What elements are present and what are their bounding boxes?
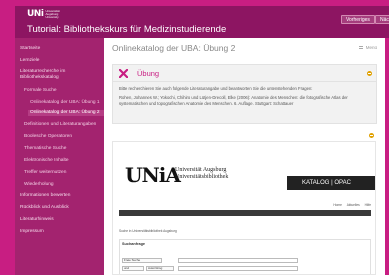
sidebar-item-impressum[interactable]: Impressum [20,229,44,235]
link-aktuelles[interactable]: Aktuelles [347,203,360,207]
catalog-embed[interactable]: UNiA Universität Augsburg Universitätsbi… [112,141,376,275]
hamburger-icon [359,46,364,50]
field-select-1[interactable]: Freie Suche [122,258,162,263]
catalog-institution: Universität Augsburg Universitätsbibliot… [175,167,228,181]
sidebar-item-treffer-weiternutzen[interactable]: Treffer weiternutzen [24,170,66,176]
search-input-1[interactable] [178,258,298,263]
menu-label: Menü [365,45,377,50]
catalog-logo: UNiA [125,163,181,187]
search-input-2[interactable] [178,266,298,271]
field-select-2[interactable]: Autor/Hrsg [146,266,174,271]
search-form: Suchanfrage Freie Suche und Autor/Hrsg [119,239,371,274]
search-form-title: Suchanfrage [122,242,145,246]
collapse-toggle-icon[interactable] [367,71,372,76]
exercise-instruction: Bitte recherchieren Sie auch folgende Li… [119,86,313,91]
catalog-breadcrumb: Suche in Universitätsbibliothek Augsburg [119,229,177,233]
logo-subtitle: Universität Augsburg University [45,8,60,19]
menu-weitere-angebote[interactable]: Weitere Angebote [182,219,206,225]
sidebar-item-literaturhinweis[interactable]: Literaturhinweis [20,217,54,223]
exercise-box: Übung Bitte recherchieren Sie auch folge… [112,64,377,124]
site-header: UNi Universität Augsburg University Tuto… [15,6,389,38]
menu-meine-daten[interactable]: Meine Daten [157,219,174,225]
sidebar-item-thematische-suche[interactable]: Thematische Suche [24,146,66,152]
katalog-banner: KATALOG | OPAC [287,176,375,190]
sidebar-item-wiederholung[interactable]: Wiederholung [24,182,54,188]
sidebar-item-rueckblick[interactable]: Rückblick und Ausblick [20,205,69,211]
next-button[interactable]: Nächste [375,15,389,24]
library-name: Universitätsbibliothek [175,174,229,180]
sidebar-item-startseite[interactable]: Startseite [20,46,40,52]
previous-button[interactable]: Vorheriges [341,15,375,24]
exercise-header[interactable]: Übung [113,65,376,82]
tutorial-title: Tutorial: Bibliothekskurs für Medizinstu… [27,24,227,35]
sidebar-item-definitionen[interactable]: Definitionen und Literaturangaben [24,122,96,128]
page-title: Onlinekatalog der UBA: Übung 2 [112,43,236,53]
menu-button[interactable]: Menü [359,45,377,50]
link-home[interactable]: Home [333,203,342,207]
sidebar-nav: Startseite Lernziele Literaturrecherche … [15,38,104,275]
university-logo[interactable]: UNi Universität Augsburg University [27,9,71,19]
link-hilfe[interactable]: Hilfe [365,203,371,207]
sidebar-item-lernziele[interactable]: Lernziele [20,58,39,64]
sidebar-item-literaturrecherche[interactable]: Literaturrecherche im Bibliothekskatalog [20,69,100,81]
sidebar-item-uebung-2[interactable]: Onlinekatalog der UBA: Übung 2 [28,110,104,116]
sidebar-item-elektronische-inhalte[interactable]: Elektronische Inhalte [24,158,69,164]
exercise-title: Übung [137,69,160,78]
logo-mark: UNi [27,9,44,19]
menu-suche[interactable]: Suche [122,219,131,225]
sidebar-item-informationen-bewerten[interactable]: Informationen bewerten [20,193,70,199]
connector-select[interactable]: und [122,266,144,271]
sidebar-item-formale-suche[interactable]: Formale Suche [24,88,57,94]
menu-merkliste[interactable]: Merkliste [138,219,150,225]
sidebar-item-uebung-1[interactable]: Onlinekatalog der UBA: Übung 1 [30,100,100,106]
exercise-icon [119,69,128,78]
collapse-toggle-icon[interactable] [369,133,374,138]
catalog-top-links: Home Aktuelles Hilfe [329,203,371,207]
sidebar-item-boolesche-operatoren[interactable]: Boolesche Operatoren [24,134,72,140]
exercise-citation: Rohen, Johannes W.; Yokochi, Chihiro und… [119,95,348,106]
catalog-menubar: Suche Merkliste Meine Daten Weitere Ange… [119,210,371,224]
main-content: Onlinekatalog der UBA: Übung 2 Menü Übun… [104,38,385,275]
uni-name: Universität Augsburg [175,167,227,173]
